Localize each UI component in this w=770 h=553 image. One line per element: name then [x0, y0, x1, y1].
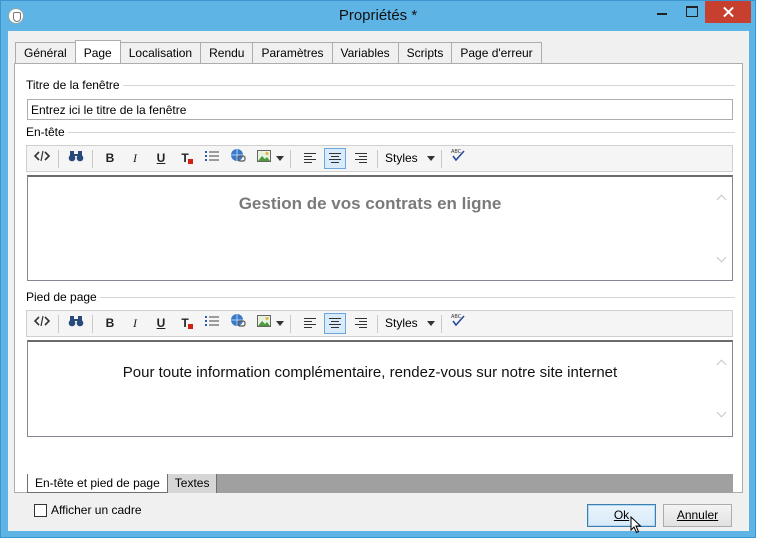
toolbar-separator: [290, 315, 291, 333]
cancel-button[interactable]: Annuler: [663, 504, 732, 527]
page-tab-panel: Titre de la fenêtre Entrez ici le titre …: [14, 63, 743, 517]
header-label: En-tête: [26, 125, 68, 139]
show-frame-label: Afficher un cadre: [51, 503, 142, 517]
toolbar-separator: [92, 315, 93, 333]
chevron-down-icon[interactable]: [274, 148, 286, 169]
underline-button[interactable]: U: [150, 148, 172, 169]
tab-header-footer[interactable]: En-tête et pied de page: [27, 474, 168, 493]
link-globe-icon[interactable]: [227, 148, 249, 169]
toolbar-separator: [441, 315, 442, 333]
separator-line: [29, 132, 735, 133]
tab-variables[interactable]: Variables: [331, 42, 399, 63]
properties-window: Propriétés * Général Page Localisation R…: [0, 0, 756, 538]
bullet-list-icon[interactable]: [201, 148, 223, 169]
italic-button[interactable]: I: [124, 313, 146, 334]
chevron-down-icon: [427, 321, 435, 326]
ok-button[interactable]: Ok: [587, 504, 656, 527]
ok-label: Ok: [613, 508, 630, 522]
insert-image-icon[interactable]: [253, 313, 275, 334]
tab-rendu[interactable]: Rendu: [200, 42, 254, 63]
header-toolbar: B I U T Styles ABC: [26, 145, 733, 172]
show-frame-option[interactable]: Afficher un cadre: [34, 503, 142, 517]
align-right-icon[interactable]: [350, 313, 372, 334]
align-left-icon[interactable]: [299, 148, 321, 169]
source-code-icon[interactable]: [31, 148, 53, 169]
align-center-icon[interactable]: [324, 148, 346, 169]
show-frame-checkbox[interactable]: [34, 503, 47, 517]
toolbar-separator: [58, 315, 59, 333]
source-code-icon[interactable]: [31, 313, 53, 334]
styles-dropdown[interactable]: Styles: [379, 313, 441, 334]
spellcheck-icon[interactable]: ABC: [447, 313, 469, 334]
tab-page[interactable]: Page: [74, 40, 121, 63]
font-color-button[interactable]: T: [176, 313, 198, 334]
styles-label: Styles: [385, 316, 418, 330]
footer-editor[interactable]: Pour toute information complémentaire, r…: [27, 340, 733, 437]
scroll-up-icon[interactable]: [717, 192, 727, 202]
toolbar-separator: [290, 150, 291, 168]
chevron-down-icon: [427, 156, 435, 161]
spellcheck-icon[interactable]: ABC: [447, 148, 469, 169]
tab-localisation[interactable]: Localisation: [119, 42, 202, 63]
footer-label: Pied de page: [26, 290, 100, 304]
toolbar-separator: [92, 150, 93, 168]
footer-content: Pour toute information complémentaire, r…: [122, 364, 618, 381]
align-right-icon[interactable]: [350, 148, 372, 169]
insert-image-icon[interactable]: [253, 148, 275, 169]
bottom-tab-strip: En-tête et pied de page Textes: [27, 474, 733, 493]
tab-strip: Général Page Localisation Rendu Paramètr…: [15, 40, 542, 63]
align-center-icon[interactable]: [324, 313, 346, 334]
italic-button[interactable]: I: [124, 148, 146, 169]
title-bar[interactable]: Propriétés *: [1, 1, 755, 31]
tab-parametres[interactable]: Paramètres: [252, 42, 333, 63]
close-button[interactable]: [705, 1, 751, 23]
scroll-up-icon[interactable]: [717, 357, 727, 367]
toolbar-separator: [441, 150, 442, 168]
tab-scripts[interactable]: Scripts: [397, 42, 453, 63]
styles-dropdown[interactable]: Styles: [379, 148, 441, 169]
window-title: Propriétés *: [338, 7, 418, 24]
svg-text:ABC: ABC: [451, 149, 462, 155]
align-left-icon[interactable]: [299, 313, 321, 334]
window-title-input[interactable]: Entrez ici le titre de la fenêtre: [27, 99, 733, 120]
tab-page-erreur[interactable]: Page d'erreur: [451, 42, 542, 63]
header-content: Gestion de vos contrats en ligne: [238, 194, 502, 213]
cancel-label: Annuler: [676, 508, 719, 522]
separator-line: [29, 297, 735, 298]
styles-label: Styles: [385, 151, 418, 165]
minimize-button[interactable]: [648, 1, 676, 23]
toolbar-separator: [377, 150, 378, 168]
font-color-button[interactable]: T: [176, 148, 198, 169]
svg-text:ABC: ABC: [451, 314, 462, 320]
bold-button[interactable]: B: [99, 313, 121, 334]
bullet-list-icon[interactable]: [201, 313, 223, 334]
footer-toolbar: B I U T Styles ABC: [26, 310, 733, 337]
scroll-down-icon[interactable]: [717, 409, 727, 419]
toolbar-separator: [377, 315, 378, 333]
bold-button[interactable]: B: [99, 148, 121, 169]
underline-button[interactable]: U: [150, 313, 172, 334]
binoculars-icon[interactable]: [65, 313, 87, 334]
link-globe-icon[interactable]: [227, 313, 249, 334]
header-editor[interactable]: Gestion de vos contrats en ligne: [27, 175, 733, 281]
tab-textes[interactable]: Textes: [167, 474, 218, 493]
window-title-label: Titre de la fenêtre: [26, 78, 123, 92]
tab-general[interactable]: Général: [15, 42, 76, 63]
separator-line: [29, 85, 735, 86]
binoculars-icon[interactable]: [65, 148, 87, 169]
maximize-button[interactable]: [677, 1, 705, 23]
dialog-client-area: Général Page Localisation Rendu Paramètr…: [8, 31, 749, 534]
toolbar-separator: [58, 150, 59, 168]
chevron-down-icon[interactable]: [274, 313, 286, 334]
scroll-down-icon[interactable]: [717, 254, 727, 264]
